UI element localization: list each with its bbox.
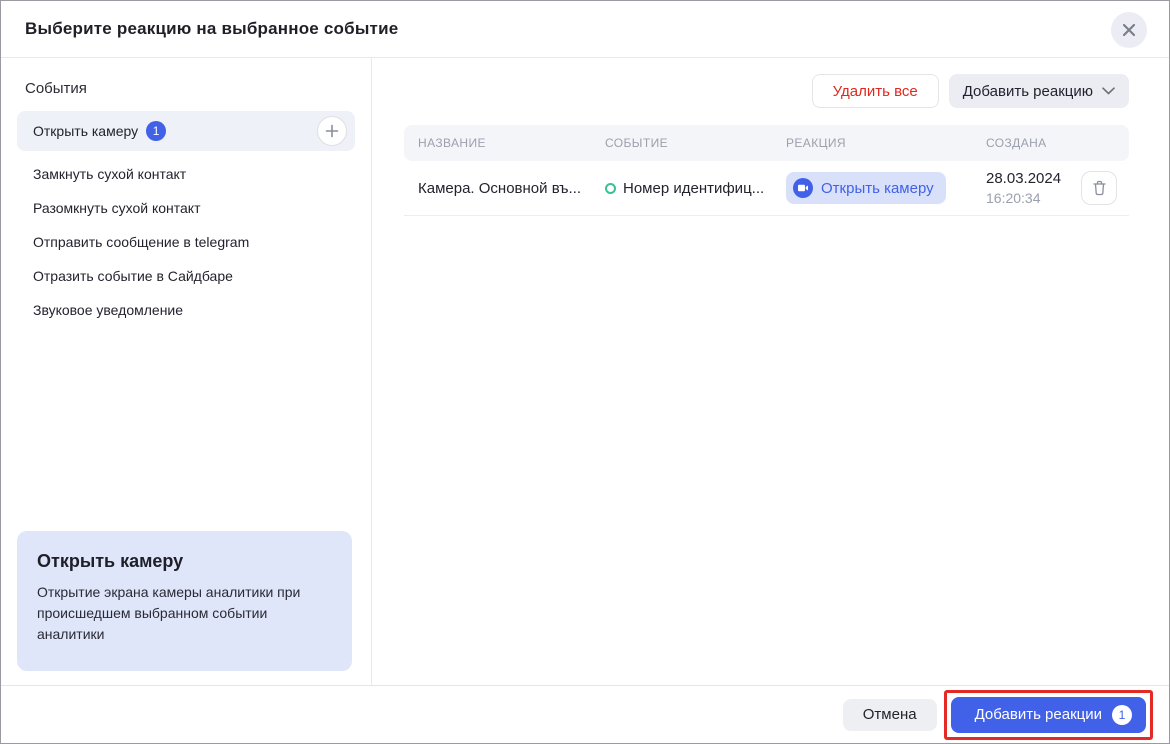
- table-row: Камера. Основной въ... Номер идентифиц..…: [404, 161, 1129, 216]
- created-cell: 28.03.2024 16:20:34: [986, 169, 1119, 207]
- event-label: Открыть камеру: [33, 123, 138, 139]
- reaction-dialog: Выберите реакцию на выбранное событие Со…: [0, 0, 1170, 744]
- event-name-text: Номер идентифиц...: [623, 180, 764, 197]
- add-reaction-label: Добавить реакцию: [963, 83, 1093, 100]
- reactions-toolbar: Удалить все Добавить реакцию: [404, 74, 1129, 108]
- trash-icon: [1092, 180, 1107, 196]
- table-header-row: НАЗВАНИЕ СОБЫТИЕ РЕАКЦИЯ СОЗДАНА: [404, 125, 1129, 161]
- sidebar-item-sidebar-event[interactable]: Отразить событие в Сайдбаре: [1, 259, 371, 293]
- reaction-cell: Открыть камеру: [786, 172, 986, 204]
- plus-icon: [325, 124, 339, 138]
- sidebar-item-open-dry-contact[interactable]: Разомкнуть сухой контакт: [1, 191, 371, 225]
- camera-icon: [793, 178, 813, 198]
- delete-all-button[interactable]: Удалить все: [812, 74, 939, 108]
- status-ring-icon: [605, 183, 616, 194]
- sidebar-item-sound-notification[interactable]: Звуковое уведомление: [1, 293, 371, 327]
- event-info-card: Открыть камеру Открытие экрана камеры ан…: [17, 531, 352, 671]
- reactions-table: НАЗВАНИЕ СОБЫТИЕ РЕАКЦИЯ СОЗДАНА Камера.…: [404, 125, 1129, 216]
- reactions-panel: Удалить все Добавить реакцию НАЗВАНИЕ СО…: [372, 58, 1169, 685]
- dialog-title: Выберите реакцию на выбранное событие: [25, 19, 398, 39]
- created-timestamp: 28.03.2024 16:20:34: [986, 169, 1061, 207]
- event-count-badge: 1: [146, 121, 166, 141]
- submit-label: Добавить реакции: [975, 706, 1102, 723]
- cancel-button[interactable]: Отмена: [843, 699, 937, 731]
- dialog-header: Выберите реакцию на выбранное событие: [1, 1, 1169, 58]
- created-date: 28.03.2024: [986, 169, 1061, 189]
- event-label: Звуковое уведомление: [33, 302, 183, 318]
- submit-count-badge: 1: [1112, 705, 1132, 725]
- add-event-button[interactable]: [317, 116, 347, 146]
- event-label: Отразить событие в Сайдбаре: [33, 268, 233, 284]
- reaction-event-cell: Номер идентифиц...: [605, 180, 786, 197]
- sidebar-item-telegram-message[interactable]: Отправить сообщение в telegram: [1, 225, 371, 259]
- red-highlight-annotation: Добавить реакции 1: [944, 690, 1153, 740]
- add-reactions-submit-button[interactable]: Добавить реакции 1: [951, 697, 1146, 733]
- column-header-name: НАЗВАНИЕ: [418, 136, 605, 150]
- dialog-footer: Отмена Добавить реакции 1: [1, 685, 1169, 743]
- reaction-name-cell: Камера. Основной въ...: [418, 180, 605, 197]
- column-header-event: СОБЫТИЕ: [605, 136, 786, 150]
- event-label: Разомкнуть сухой контакт: [33, 200, 201, 216]
- sidebar-item-close-dry-contact[interactable]: Замкнуть сухой контакт: [1, 157, 371, 191]
- chevron-down-icon: [1102, 87, 1115, 95]
- close-icon: [1122, 23, 1136, 37]
- reaction-badge[interactable]: Открыть камеру: [786, 172, 946, 204]
- event-label: Замкнуть сухой контакт: [33, 166, 186, 182]
- add-reaction-dropdown[interactable]: Добавить реакцию: [949, 74, 1129, 108]
- column-header-reaction: РЕАКЦИЯ: [786, 136, 986, 150]
- event-label: Отправить сообщение в telegram: [33, 234, 249, 250]
- close-button[interactable]: [1111, 12, 1147, 48]
- reaction-badge-label: Открыть камеру: [821, 180, 934, 197]
- dialog-body: События Открыть камеру 1 Замкнуть сухой …: [1, 58, 1169, 685]
- delete-row-button[interactable]: [1081, 171, 1117, 205]
- created-time: 16:20:34: [986, 189, 1061, 207]
- column-header-created: СОЗДАНА: [986, 136, 1119, 150]
- events-sidebar: События Открыть камеру 1 Замкнуть сухой …: [1, 58, 372, 685]
- events-heading: События: [1, 72, 371, 111]
- info-card-title: Открыть камеру: [37, 551, 332, 572]
- sidebar-item-open-camera[interactable]: Открыть камеру 1: [17, 111, 355, 151]
- info-card-description: Открытие экрана камеры аналитики при про…: [37, 582, 327, 645]
